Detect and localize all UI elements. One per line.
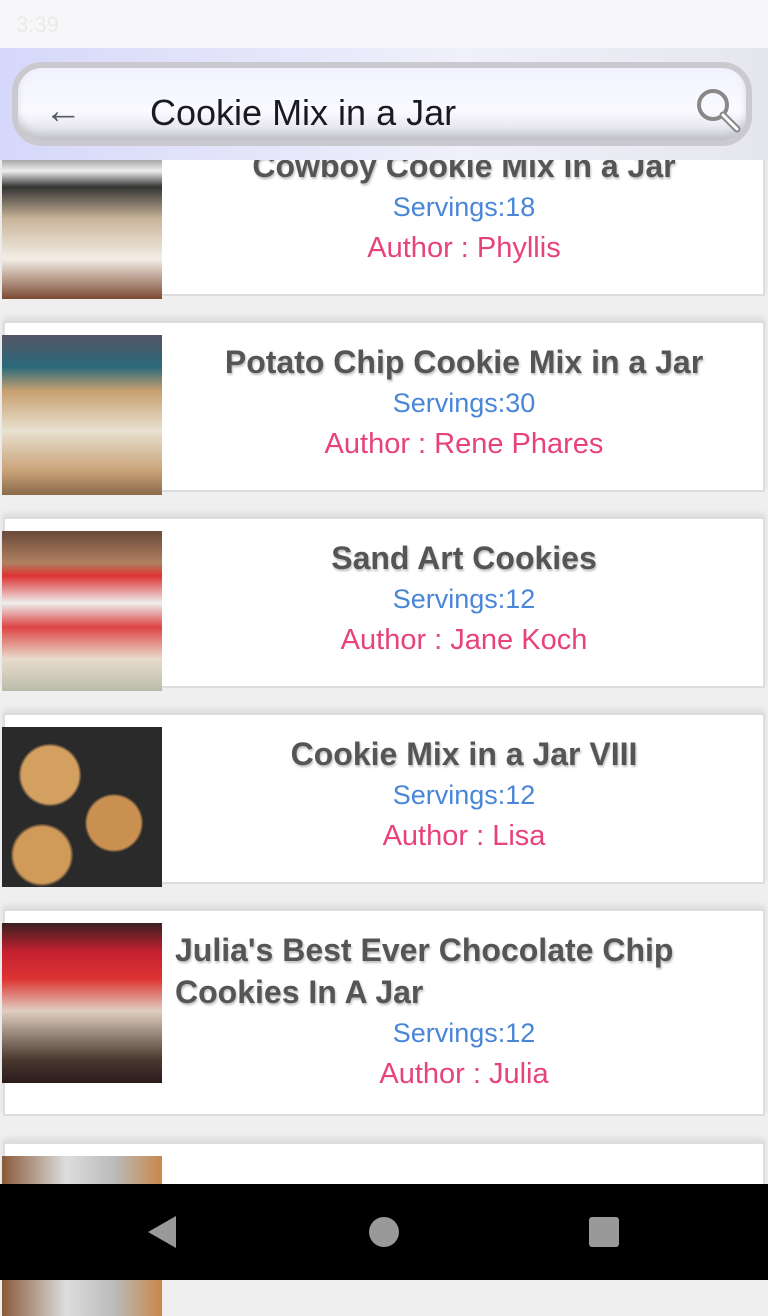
recipe-author: Author : Jane Koch bbox=[340, 624, 588, 656]
recipe-servings: Servings:18 bbox=[392, 192, 536, 222]
recipe-title: Sand Art Cookies bbox=[331, 540, 597, 576]
search-bar[interactable]: ← Cookie Mix in a Jar bbox=[12, 62, 752, 146]
recipe-card[interactable]: Sand Art Cookies Servings:12 Author : Jane… bbox=[2, 517, 765, 691]
recipe-title: Potato Chip Cookie Mix in a Jar bbox=[224, 344, 704, 380]
recipe-author: Author : Julia bbox=[379, 1058, 549, 1090]
recipe-photo bbox=[2, 923, 162, 1083]
recipe-title: Julia's Best Ever Chocolate Chip Cookies… bbox=[175, 932, 674, 1010]
home-nav-icon[interactable] bbox=[369, 1217, 399, 1247]
recipe-servings: Servings:12 bbox=[392, 1018, 536, 1048]
recipe-author: Author : Phyllis bbox=[367, 232, 561, 264]
recipe-title: Cookie Mix in a Jar VIII bbox=[290, 736, 638, 772]
magnifier-icon[interactable] bbox=[694, 86, 742, 134]
recipe-author: Author : Rene Phares bbox=[324, 428, 604, 460]
back-nav-icon[interactable] bbox=[144, 1214, 178, 1250]
recipe-servings: Servings:30 bbox=[392, 388, 536, 418]
recipe-photo bbox=[2, 139, 162, 299]
navigation-bar bbox=[0, 1184, 768, 1280]
recipe-photo bbox=[2, 727, 162, 887]
status-bar: 3:39 bbox=[0, 0, 768, 48]
search-header: ← Cookie Mix in a Jar bbox=[0, 48, 768, 160]
recipe-photo bbox=[2, 531, 162, 691]
recipe-servings: Servings:12 bbox=[392, 584, 536, 614]
recipe-author: Author : Lisa bbox=[382, 820, 546, 852]
recents-nav-icon[interactable] bbox=[589, 1217, 619, 1247]
search-query[interactable]: Cookie Mix in a Jar bbox=[150, 92, 456, 134]
arrow-left-icon[interactable]: ← bbox=[44, 90, 82, 133]
recipe-card[interactable]: Cookie Mix in a Jar VIII Servings:12 Autho… bbox=[2, 713, 765, 887]
recipe-card[interactable]: Potato Chip Cookie Mix in a Jar Servings:… bbox=[2, 321, 765, 495]
status-time: 3:39 bbox=[16, 12, 59, 37]
recipe-servings: Servings:12 bbox=[392, 780, 536, 810]
recipe-card[interactable]: Julia's Best Ever Chocolate Chip Cookies… bbox=[2, 909, 765, 1116]
recipe-photo bbox=[2, 335, 162, 495]
